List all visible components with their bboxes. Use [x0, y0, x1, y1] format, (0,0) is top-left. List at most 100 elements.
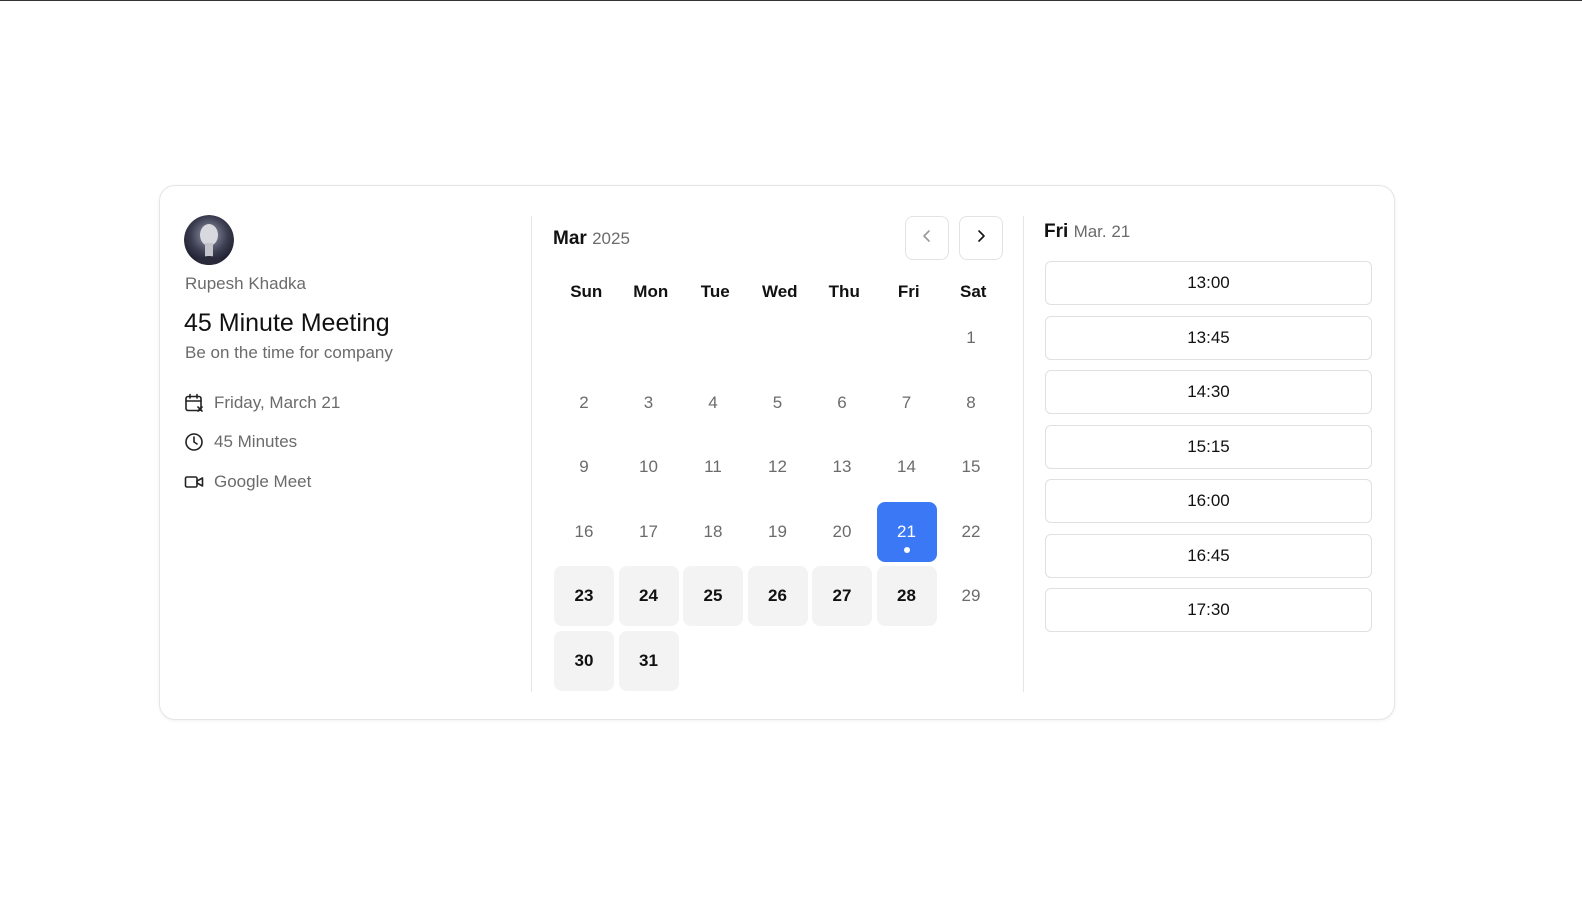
weekday-label: Wed — [761, 282, 798, 301]
detail-duration-text: 45 Minutes — [214, 432, 298, 451]
day-number: 8 — [966, 392, 976, 412]
weekday-label: Tue — [700, 282, 730, 301]
detail-location-text: Google Meet — [214, 472, 312, 491]
selected-date-heading: Fri Mar. 21 — [1044, 221, 1130, 243]
divider — [531, 216, 532, 692]
day-number: 17 — [639, 521, 658, 541]
video-icon — [184, 472, 204, 492]
calendar-day: 12 — [748, 437, 808, 497]
calendar-day: 9 — [554, 437, 614, 497]
detail-location: Google Meet — [184, 470, 311, 494]
time-slot-button[interactable]: 16:00 — [1045, 479, 1372, 523]
weekday-label: Thu — [828, 282, 860, 301]
weekday-header: Sun Mon Tue Wed Thu Fri Sat — [554, 282, 1006, 302]
next-month-button[interactable] — [959, 216, 1003, 260]
top-border — [0, 0, 1582, 1]
day-number: 2 — [579, 392, 589, 412]
day-number: 18 — [703, 521, 723, 541]
calendar-day: 11 — [683, 437, 743, 497]
calendar-day: 15 — [941, 437, 1001, 497]
empty-day-cell — [812, 308, 872, 368]
calendar-day-available[interactable]: 26 — [747, 566, 808, 626]
calendar-day: 7 — [877, 373, 937, 433]
calendar-day: 8 — [941, 373, 1001, 433]
calendar-day: 3 — [619, 373, 679, 433]
calendar-day: 5 — [748, 373, 808, 433]
calendar-day-available[interactable]: 25 — [683, 566, 743, 626]
day-number: 24 — [639, 586, 658, 605]
clock-icon — [184, 432, 204, 452]
day-number: 14 — [897, 457, 916, 476]
booking-card: Rupesh Khadka 45 Minute Meeting Be on th… — [159, 185, 1395, 720]
event-title: 45 Minute Meeting — [184, 309, 390, 337]
day-number: 6 — [837, 392, 847, 412]
day-number: 7 — [901, 392, 912, 412]
empty-day-cell — [748, 308, 808, 368]
day-number: 25 — [703, 586, 723, 605]
day-number: 10 — [639, 457, 658, 476]
day-number: 26 — [768, 586, 787, 605]
previous-month-button[interactable] — [905, 216, 949, 260]
calendar-day: 16 — [554, 502, 614, 562]
time-slot-button[interactable]: 17:30 — [1045, 588, 1372, 632]
selected-weekday: Fri — [1044, 221, 1069, 242]
month-label: Mar — [553, 228, 587, 249]
time-slot-button[interactable]: 13:45 — [1045, 315, 1372, 360]
day-number: 15 — [961, 457, 981, 476]
time-slot-button[interactable]: 13:00 — [1045, 261, 1372, 305]
calendar-icon — [184, 393, 204, 413]
day-number: 28 — [897, 586, 916, 605]
day-number: 3 — [643, 392, 654, 412]
host-avatar — [184, 215, 234, 265]
calendar-day: 17 — [619, 502, 679, 562]
chevron-left-icon — [920, 229, 934, 248]
today-dot-icon — [903, 546, 910, 553]
day-number: 4 — [708, 392, 718, 412]
host-name: Rupesh Khadka — [185, 274, 306, 293]
weekday-label: Sun — [570, 282, 603, 301]
calendar-day: 20 — [812, 502, 872, 562]
calendar-day: 6 — [812, 373, 872, 433]
calendar-day: 19 — [748, 502, 808, 562]
calendar-day: 29 — [941, 566, 1001, 626]
calendar-day-available[interactable]: 30 — [554, 630, 614, 691]
day-number: 21 — [897, 521, 916, 541]
day-number: 1 — [966, 328, 976, 347]
calendar-day: 18 — [683, 502, 743, 562]
calendar-day-available[interactable]: 27 — [812, 566, 872, 626]
detail-date-text: Friday, March 21 — [214, 393, 341, 412]
day-number: 29 — [961, 586, 981, 605]
day-number: 9 — [579, 457, 589, 476]
detail-date: Friday, March 21 — [184, 391, 340, 415]
calendar-day-available[interactable]: 28 — [876, 566, 937, 626]
time-slot-button[interactable]: 15:15 — [1045, 424, 1372, 469]
divider — [1023, 216, 1024, 692]
day-number: 19 — [768, 521, 787, 541]
empty-day-cell — [554, 308, 614, 368]
calendar-day-selected[interactable]: 21 — [876, 501, 937, 562]
calendar-day-available[interactable]: 31 — [618, 630, 679, 691]
time-slot-button[interactable]: 16:45 — [1045, 533, 1372, 578]
weekday-label: Sat — [960, 282, 987, 301]
empty-day-cell — [877, 308, 937, 368]
month-title: Mar 2025 — [553, 228, 630, 250]
empty-day-cell — [619, 308, 679, 368]
calendar-day: 14 — [877, 437, 937, 497]
calendar-day: 10 — [619, 437, 679, 497]
calendar-day: 4 — [683, 373, 743, 433]
day-number: 22 — [961, 521, 981, 541]
calendar-day: 1 — [941, 308, 1001, 368]
day-number: 23 — [574, 586, 594, 605]
time-slot-button[interactable]: 14:30 — [1045, 370, 1372, 414]
day-number: 20 — [832, 521, 852, 541]
calendar-day: 2 — [554, 373, 614, 433]
detail-duration: 45 Minutes — [184, 430, 297, 454]
day-number: 13 — [832, 457, 852, 476]
calendar-day-available[interactable]: 23 — [554, 566, 614, 626]
day-number: 30 — [574, 650, 594, 670]
year-label: 2025 — [592, 229, 630, 248]
day-number: 5 — [772, 392, 783, 412]
selected-month-day: Mar. 21 — [1073, 222, 1131, 241]
day-number: 27 — [832, 586, 852, 605]
calendar-day-available[interactable]: 24 — [618, 566, 679, 626]
